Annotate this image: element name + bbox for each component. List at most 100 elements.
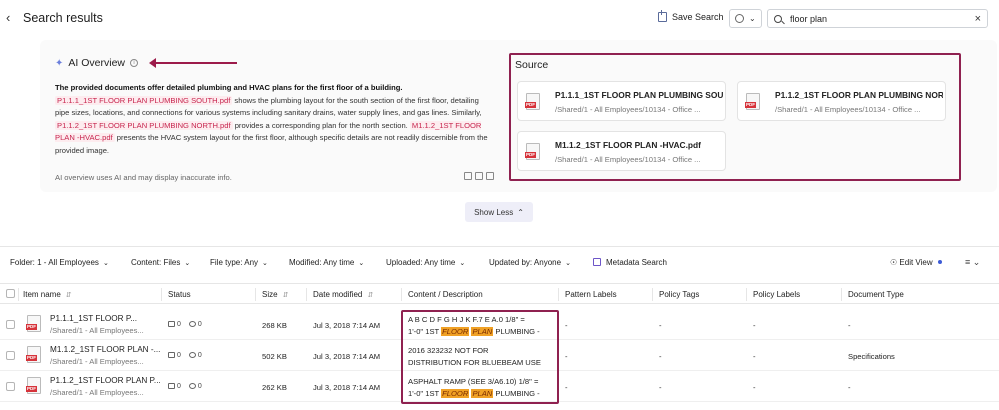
clear-search-icon[interactable]: ×	[975, 13, 981, 25]
search-input[interactable]	[790, 13, 975, 24]
chevron-down-icon: ⌄	[565, 260, 571, 267]
pattern-cell: -	[565, 383, 568, 392]
list-view-icon[interactable]: ≡ ⌄	[965, 257, 980, 268]
edit-view-button[interactable]: ☉ Edit View	[890, 258, 942, 267]
filter-label: Folder: 1 - All Employees	[10, 258, 99, 267]
date-cell: Jul 3, 2018 7:14 AM	[313, 321, 381, 330]
source-card[interactable]: PDF M1.1.2_1ST FLOOR PLAN -HVAC.pdf /Sha…	[517, 131, 726, 171]
view-icon	[188, 352, 196, 358]
save-search-label: Save Search	[672, 12, 724, 22]
filter-folder[interactable]: Folder: 1 - All Employees ⌄	[10, 258, 109, 267]
source-path: /Shared/1 - All Employees/10134 - Office…	[775, 105, 921, 114]
top-bar: ‹ Search results Save Search ⌄ ×	[0, 0, 999, 38]
header-label: Item name	[23, 290, 61, 299]
header-content[interactable]: Content / Description	[408, 290, 483, 299]
date-cell: Jul 3, 2018 7:14 AM	[313, 352, 381, 361]
ai-overview-heading: ✦ AI Overview i	[55, 57, 138, 69]
copy-icon[interactable]	[464, 172, 472, 180]
select-all-checkbox[interactable]	[6, 289, 15, 298]
citation-link[interactable]: P1.1.1_1ST FLOOR PLAN PLUMBING SOUTH.pdf	[55, 95, 233, 105]
status-cell: 00	[168, 352, 202, 359]
sort-icon: ⇵	[367, 292, 374, 299]
search-icon	[774, 14, 782, 23]
thumbs-up-icon[interactable]	[475, 172, 483, 180]
indicator-dot	[937, 260, 942, 264]
file-name[interactable]: P1.1.2_1ST FLOOR PLAN P...	[50, 376, 160, 385]
header-pattern-labels[interactable]: Pattern Labels	[565, 290, 617, 299]
pdf-file-icon: PDF	[525, 143, 540, 160]
scope-icon	[735, 14, 745, 23]
chevron-down-icon: ⌄	[262, 260, 268, 267]
pattern-cell: -	[565, 321, 568, 330]
header-document-type[interactable]: Document Type	[848, 290, 904, 299]
file-name[interactable]: P1.1.1_1ST FLOOR P...	[50, 314, 160, 323]
search-box[interactable]: ×	[767, 9, 988, 28]
thumbs-down-icon[interactable]	[486, 172, 494, 180]
filter-label: Content: Files	[131, 258, 181, 267]
filter-modified[interactable]: Modified: Any time ⌄	[289, 258, 364, 267]
eye-icon: ☉	[890, 258, 898, 267]
date-cell: Jul 3, 2018 7:14 AM	[313, 383, 381, 392]
back-icon[interactable]: ‹	[6, 10, 10, 26]
show-less-button[interactable]: Show Less ⌃	[465, 202, 533, 222]
source-card[interactable]: PDF P1.1.1_1ST FLOOR PLAN PLUMBING SOUT.…	[517, 81, 726, 121]
comment-icon	[168, 352, 175, 358]
source-name: M1.1.2_1ST FLOOR PLAN -HVAC.pdf	[555, 140, 701, 150]
doc-type-cell: -	[848, 321, 851, 330]
pdf-file-icon: PDF	[26, 315, 41, 332]
filter-bar: Folder: 1 - All Employees ⌄ Content: File…	[0, 246, 999, 278]
pdf-file-icon: PDF	[26, 377, 41, 394]
citation-link[interactable]: P1.1.2_1ST FLOOR PLAN PLUMBING NORTH.pdf	[55, 120, 233, 130]
comment-count: 0	[177, 383, 181, 390]
filter-content[interactable]: Content: Files ⌄	[131, 258, 190, 267]
filter-file-type[interactable]: File type: Any ⌄	[210, 258, 268, 267]
ai-disclaimer: AI overview uses AI and may display inac…	[55, 173, 232, 182]
sort-icon: ⇵	[282, 292, 289, 299]
file-path: /Shared/1 - All Employees...	[50, 357, 144, 366]
policy-labels-cell: -	[753, 352, 756, 361]
header-policy-labels[interactable]: Policy Labels	[753, 290, 800, 299]
metadata-label: Metadata Search	[606, 258, 667, 267]
policy-tags-cell: -	[659, 321, 662, 330]
header-item-name[interactable]: Item name ⇵	[23, 290, 72, 299]
chevron-down-icon: ⌄	[102, 260, 109, 267]
header-size[interactable]: Size ⇵	[262, 290, 288, 299]
content-annotation-box	[401, 310, 559, 404]
policy-labels-cell: -	[753, 383, 756, 392]
metadata-search-button[interactable]: Metadata Search	[593, 258, 667, 267]
filter-label: Uploaded: Any time	[386, 258, 456, 267]
view-icon	[188, 321, 196, 327]
source-card[interactable]: PDF P1.1.2_1ST FLOOR PLAN PLUMBING NORT.…	[737, 81, 946, 121]
ai-overview-title: AI Overview	[68, 57, 125, 69]
filter-uploaded[interactable]: Uploaded: Any time ⌄	[386, 258, 465, 267]
save-search-button[interactable]: Save Search	[658, 10, 724, 22]
filter-updated-by[interactable]: Updated by: Anyone ⌄	[489, 258, 571, 267]
comment-icon	[168, 383, 175, 389]
source-name: P1.1.2_1ST FLOOR PLAN PLUMBING NORT...	[775, 90, 943, 100]
filter-label: Modified: Any time	[289, 258, 355, 267]
info-icon[interactable]: i	[130, 59, 138, 67]
header-date-modified[interactable]: Date modified ⇵	[313, 290, 373, 299]
view-count: 0	[197, 352, 202, 359]
source-panel: Source PDF P1.1.1_1ST FLOOR PLAN PLUMBIN…	[509, 53, 961, 181]
size-cell: 262 KB	[262, 383, 287, 392]
row-checkbox[interactable]	[6, 320, 15, 329]
chevron-down-icon: ⌄	[459, 260, 466, 267]
doc-type-cell: -	[848, 383, 851, 392]
bookmark-icon	[658, 10, 667, 22]
filter-label: File type: Any	[210, 258, 259, 267]
table-header: Item name ⇵ Status Size ⇵ Date modified ⇵ C…	[0, 283, 999, 304]
header-policy-tags[interactable]: Policy Tags	[659, 290, 699, 299]
view-icon	[188, 383, 196, 389]
pdf-file-icon: PDF	[26, 346, 41, 363]
file-name[interactable]: M1.1.2_1ST FLOOR PLAN -...	[50, 345, 160, 354]
header-status[interactable]: Status	[168, 290, 191, 299]
feedback-controls	[464, 172, 494, 180]
sparkle-icon: ✦	[55, 57, 64, 69]
search-scope-dropdown[interactable]: ⌄	[729, 9, 762, 28]
doc-type-cell: Specifications	[848, 352, 895, 361]
row-checkbox[interactable]	[6, 351, 15, 360]
row-checkbox[interactable]	[6, 382, 15, 391]
ai-overview-lead: The provided documents offer detailed pl…	[55, 83, 403, 92]
filter-label: Updated by: Anyone	[489, 258, 562, 267]
